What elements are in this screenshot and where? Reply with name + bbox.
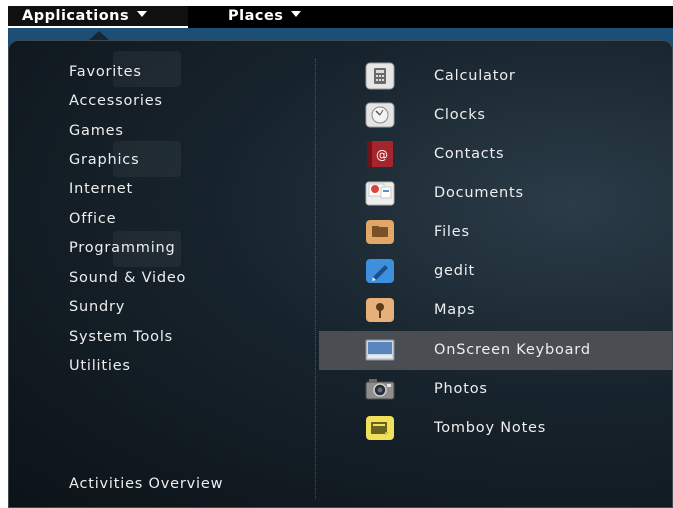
category-internet[interactable]: Internet xyxy=(69,180,133,198)
folder-icon xyxy=(365,218,395,246)
clock-icon xyxy=(365,101,395,129)
app-label: Maps xyxy=(434,302,476,318)
contacts-icon: @ xyxy=(365,140,395,168)
app-clocks[interactable]: Clocks xyxy=(319,96,672,135)
applications-menu: Favorites Accessories Games Graphics Int… xyxy=(8,40,673,508)
app-label: gedit xyxy=(434,263,476,279)
app-label: Clocks xyxy=(434,107,486,123)
map-pin-icon xyxy=(365,296,395,324)
app-tomboy-notes[interactable]: Tomboy Notes xyxy=(319,409,672,448)
gedit-icon xyxy=(365,257,395,285)
keyboard-icon xyxy=(365,336,395,364)
category-office[interactable]: Office xyxy=(69,210,116,228)
category-programming[interactable]: Programming xyxy=(69,239,176,257)
applications-label: Applications xyxy=(22,8,130,24)
category-utilities[interactable]: Utilities xyxy=(69,357,131,375)
app-gedit[interactable]: gedit xyxy=(319,252,672,291)
chevron-down-icon xyxy=(137,11,148,17)
app-label: Calculator xyxy=(434,68,516,84)
category-system-tools[interactable]: System Tools xyxy=(69,328,173,346)
app-label: Contacts xyxy=(434,146,505,162)
applications-menu-button[interactable]: Applications xyxy=(8,6,188,28)
chevron-down-icon xyxy=(291,11,302,17)
app-label: Tomboy Notes xyxy=(434,420,547,436)
camera-icon xyxy=(365,375,395,403)
app-contacts[interactable]: @ Contacts xyxy=(319,135,672,174)
app-files[interactable]: Files xyxy=(319,213,672,252)
category-games[interactable]: Games xyxy=(69,122,124,140)
app-label: Photos xyxy=(434,381,488,397)
places-menu-button[interactable]: Places xyxy=(228,6,302,28)
app-documents[interactable]: Documents xyxy=(319,174,672,213)
top-bar: Applications Places xyxy=(8,6,673,28)
category-graphics[interactable]: Graphics xyxy=(69,151,139,169)
app-calculator[interactable]: Calculator xyxy=(319,57,672,96)
category-accessories[interactable]: Accessories xyxy=(69,92,163,110)
category-favorites[interactable]: Favorites xyxy=(69,63,142,81)
category-sound-video[interactable]: Sound & Video xyxy=(69,269,186,287)
app-photos[interactable]: Photos xyxy=(319,370,672,409)
activities-overview-link[interactable]: Activities Overview xyxy=(69,475,223,493)
app-label: OnScreen Keyboard xyxy=(434,342,591,358)
note-icon xyxy=(365,414,395,442)
svg-text:@: @ xyxy=(376,148,388,162)
category-sundry[interactable]: Sundry xyxy=(69,298,125,316)
menu-divider xyxy=(315,59,316,499)
places-label: Places xyxy=(228,8,284,24)
app-onscreen-keyboard[interactable]: OnScreen Keyboard xyxy=(319,331,672,370)
app-label: Documents xyxy=(434,185,524,201)
calculator-icon xyxy=(365,62,395,90)
app-maps[interactable]: Maps xyxy=(319,291,672,330)
documents-icon xyxy=(365,179,395,207)
app-label: Files xyxy=(434,224,470,240)
